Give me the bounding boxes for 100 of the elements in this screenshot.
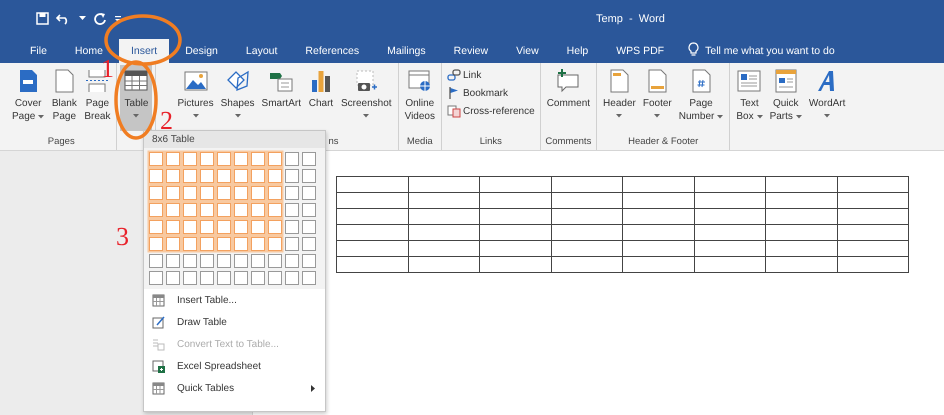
grid-cell[interactable] [302,203,316,217]
grid-cell[interactable] [217,254,231,268]
grid-cell[interactable] [149,152,163,166]
grid-cell[interactable] [302,254,316,268]
grid-cell[interactable] [149,169,163,183]
grid-cell[interactable] [166,169,180,183]
save-icon[interactable] [36,12,49,25]
grid-cell[interactable] [200,186,214,200]
grid-cell[interactable] [217,203,231,217]
grid-cell[interactable] [285,237,299,251]
grid-cell[interactable] [149,271,163,285]
ribbon-tab[interactable]: Review [442,39,500,63]
grid-cell[interactable] [268,186,282,200]
ribbon-button[interactable]: Pictures [174,65,217,131]
grid-cell[interactable] [234,220,248,234]
grid-cell[interactable] [234,271,248,285]
grid-cell[interactable] [285,186,299,200]
grid-cell[interactable] [166,220,180,234]
grid-cell[interactable] [234,169,248,183]
ribbon-tab[interactable]: View [504,39,551,63]
grid-cell[interactable] [302,186,316,200]
grid-cell[interactable] [268,152,282,166]
grid-cell[interactable] [166,237,180,251]
grid-cell[interactable] [183,186,197,200]
ribbon-tab[interactable]: File [18,39,59,63]
ribbon-button[interactable]: Cross-reference [444,103,537,119]
ribbon-button[interactable]: Quick Parts [766,65,805,131]
grid-cell[interactable] [166,254,180,268]
ribbon-button[interactable]: Chart [304,65,337,131]
ribbon-button[interactable]: Footer [640,65,675,131]
grid-cell[interactable] [268,254,282,268]
grid-cell[interactable] [268,169,282,183]
grid-cell[interactable] [302,271,316,285]
grid-cell[interactable] [302,169,316,183]
grid-cell[interactable] [285,220,299,234]
menu-item[interactable]: Draw Table [144,311,325,333]
ribbon-button[interactable]: Screenshot [338,65,395,131]
grid-cell[interactable] [234,203,248,217]
grid-cell[interactable] [285,271,299,285]
grid-cell[interactable] [200,152,214,166]
grid-cell[interactable] [234,237,248,251]
grid-cell[interactable] [251,237,265,251]
grid-cell[interactable] [166,271,180,285]
ribbon-button[interactable]: Comment [544,65,594,131]
ribbon-tab[interactable]: WPS PDF [604,39,676,63]
caret-icon[interactable] [79,16,86,21]
grid-cell[interactable] [200,203,214,217]
grid-cell[interactable] [217,152,231,166]
grid-cell[interactable] [234,254,248,268]
ribbon-button[interactable]: Header [600,65,639,131]
grid-cell[interactable] [200,237,214,251]
grid-cell[interactable] [285,203,299,217]
grid-cell[interactable] [251,186,265,200]
ribbon-button[interactable]: Shapes [218,65,258,131]
ribbon-button[interactable]: WordArt [806,65,848,131]
grid-cell[interactable] [251,169,265,183]
menu-item[interactable]: Insert Table... [144,289,325,311]
grid-cell[interactable] [183,220,197,234]
grid-cell[interactable] [268,220,282,234]
grid-cell[interactable] [217,271,231,285]
grid-cell[interactable] [183,152,197,166]
ribbon-button[interactable]: Text Box [733,65,766,131]
grid-cell[interactable] [183,271,197,285]
grid-cell[interactable] [251,203,265,217]
grid-cell[interactable] [149,203,163,217]
ribbon-tab[interactable]: Mailings [375,39,438,63]
ribbon-button[interactable]: Bookmark [444,85,537,101]
ribbon-button[interactable]: Online Videos [402,65,438,131]
grid-cell[interactable] [200,254,214,268]
grid-cell[interactable] [149,237,163,251]
grid-cell[interactable] [285,152,299,166]
customize-icon[interactable] [114,14,122,22]
grid-cell[interactable] [302,237,316,251]
menu-item[interactable]: Quick Tables [144,377,325,399]
redo-icon[interactable] [93,12,107,26]
ribbon-button[interactable]: Link [444,67,537,83]
grid-cell[interactable] [166,203,180,217]
grid-cell[interactable] [149,220,163,234]
grid-cell[interactable] [268,237,282,251]
ribbon-button[interactable]: Blank Page [48,65,80,131]
grid-cell[interactable] [166,186,180,200]
ribbon-tab[interactable]: References [293,39,372,63]
ribbon-button[interactable]: SmartArt [258,65,304,131]
grid-cell[interactable] [302,152,316,166]
grid-cell[interactable] [149,254,163,268]
grid-cell[interactable] [166,152,180,166]
ribbon-button[interactable]: Cover Page [9,65,48,131]
grid-cell[interactable] [285,254,299,268]
grid-cell[interactable] [251,152,265,166]
grid-cell[interactable] [200,271,214,285]
ribbon-button[interactable]: Page Number [676,65,726,131]
grid-cell[interactable] [234,152,248,166]
grid-cell[interactable] [251,254,265,268]
ribbon-tab[interactable]: Help [554,39,600,63]
grid-cell[interactable] [183,254,197,268]
grid-cell[interactable] [302,220,316,234]
grid-cell[interactable] [200,169,214,183]
grid-cell[interactable] [217,186,231,200]
ribbon-button[interactable]: Table [120,65,152,131]
grid-cell[interactable] [149,186,163,200]
